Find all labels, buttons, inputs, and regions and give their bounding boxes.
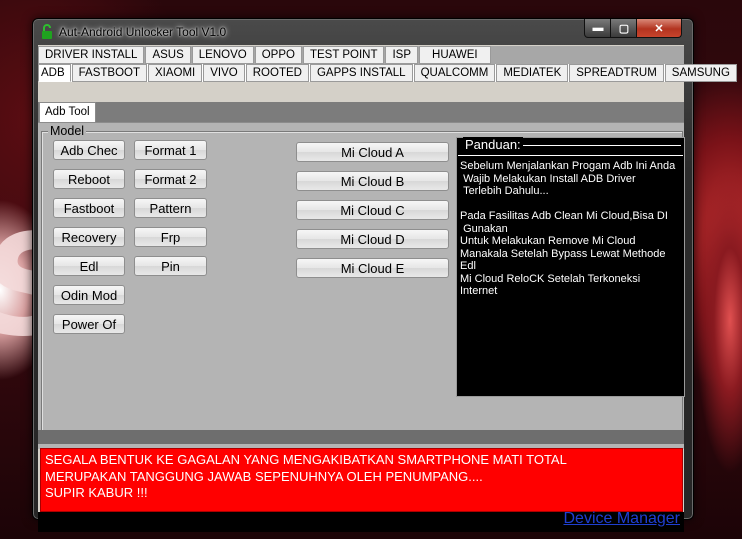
- tab-adb[interactable]: ADB: [38, 64, 71, 82]
- subtab-adb-tool[interactable]: Adb Tool: [39, 102, 96, 122]
- tab-mediatek[interactable]: MEDIATEK: [496, 64, 569, 82]
- tab-vivo[interactable]: VIVO: [203, 64, 245, 82]
- warning-text: SEGALA BENTUK KE GAGALAN YANG MENGAKIBAT…: [45, 452, 567, 500]
- pattern-button[interactable]: Pattern: [134, 198, 207, 218]
- tab-lenovo[interactable]: LENOVO: [191, 46, 254, 64]
- recovery-button[interactable]: Recovery: [53, 227, 125, 247]
- adb-tool-panel: Model Adb Chec Reboot Fastboot Recovery …: [38, 122, 685, 449]
- warning-banner: SEGALA BENTUK KE GAGALAN YANG MENGAKIBAT…: [40, 448, 683, 512]
- pin-button[interactable]: Pin: [134, 256, 207, 276]
- tab-fastboot[interactable]: FASTBOOT: [71, 64, 147, 82]
- power-off-button[interactable]: Power Of: [53, 314, 125, 334]
- subtab-strip: Adb Tool: [38, 102, 684, 122]
- frp-button[interactable]: Frp: [134, 227, 207, 247]
- tab-asus[interactable]: ASUS: [145, 46, 191, 64]
- tab-row-1: DRIVER INSTALL ASUS LENOVO OPPO TEST POI…: [38, 46, 492, 64]
- tab-row-2: ADB FASTBOOT XIAOMI VIVO ROOTED GAPPS IN…: [38, 64, 738, 82]
- tab-test-point[interactable]: TEST POINT: [302, 46, 385, 64]
- mi-cloud-a-button[interactable]: Mi Cloud A: [296, 142, 449, 162]
- tab-isp[interactable]: ISP: [385, 46, 419, 64]
- minimize-button[interactable]: ▬: [584, 19, 612, 38]
- warning-divider: [38, 430, 684, 444]
- wallpaper-figure: [690, 120, 742, 520]
- tab-samsung[interactable]: SAMSUNG: [664, 64, 737, 82]
- padlock-icon: [42, 24, 52, 39]
- window-title: Aut-Android Unlocker Tool V1.0: [59, 25, 227, 39]
- panduan-box: Panduan: Sebelum Menjalankan Progam Adb …: [456, 137, 685, 397]
- tab-huawei[interactable]: HUAWEI: [419, 46, 491, 64]
- close-button[interactable]: ✕: [636, 19, 682, 38]
- tab-driver-install[interactable]: DRIVER INSTALL: [38, 46, 145, 64]
- device-manager-link[interactable]: Device Manager: [564, 510, 681, 528]
- mi-cloud-c-button[interactable]: Mi Cloud C: [296, 200, 449, 220]
- adb-check-button[interactable]: Adb Chec: [53, 140, 125, 160]
- app-window: Aut-Android Unlocker Tool V1.0 ▬ ▢ ✕ DRI…: [32, 18, 737, 532]
- client-area: DRIVER INSTALL ASUS LENOVO OPPO TEST POI…: [38, 45, 737, 532]
- mi-cloud-e-button[interactable]: Mi Cloud E: [296, 258, 449, 278]
- panduan-text: Sebelum Menjalankan Progam Adb Ini Anda …: [460, 160, 676, 297]
- tab-qualcomm[interactable]: QUALCOMM: [413, 64, 496, 82]
- tab-oppo[interactable]: OPPO: [254, 46, 302, 64]
- reboot-button[interactable]: Reboot: [53, 169, 125, 189]
- tab-gapps-install[interactable]: GAPPS INSTALL: [309, 64, 413, 82]
- mi-cloud-b-button[interactable]: Mi Cloud B: [296, 171, 449, 191]
- fastboot-button[interactable]: Fastboot: [53, 198, 125, 218]
- maximize-button[interactable]: ▢: [610, 19, 638, 38]
- mi-cloud-d-button[interactable]: Mi Cloud D: [296, 229, 449, 249]
- odin-mode-button[interactable]: Odin Mod: [53, 285, 125, 305]
- format-1-button[interactable]: Format 1: [134, 140, 207, 160]
- panduan-title: Panduan:: [463, 137, 523, 152]
- format-2-button[interactable]: Format 2: [134, 169, 207, 189]
- model-group-label: Model: [48, 124, 87, 138]
- title-bar[interactable]: Aut-Android Unlocker Tool V1.0 ▬ ▢ ✕: [33, 19, 693, 45]
- tab-rooted[interactable]: ROOTED: [245, 64, 309, 82]
- tab-xiaomi[interactable]: XIAOMI: [148, 64, 203, 82]
- footer-bar: Device Manager: [38, 510, 684, 532]
- edl-button[interactable]: Edl: [53, 256, 125, 276]
- tab-spreadtrum[interactable]: SPREADTRUM: [569, 64, 664, 82]
